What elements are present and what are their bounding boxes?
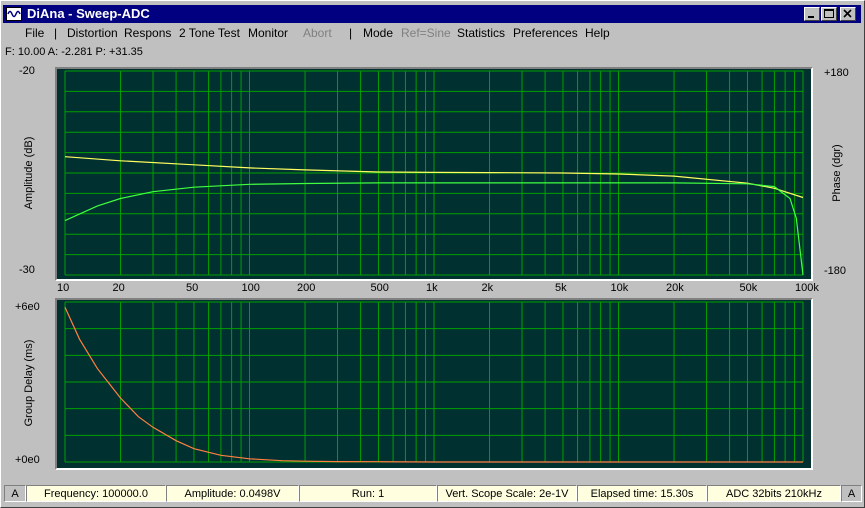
group-delay-chart — [64, 301, 804, 463]
x-tick-label: 500 — [370, 282, 389, 294]
x-tick-label: 10k — [610, 282, 629, 294]
x-tick-label: 50k — [739, 282, 758, 294]
y-tick-label: -20 — [19, 65, 35, 77]
x-tick-label: 100k — [795, 282, 819, 294]
status-left-mark: A — [4, 485, 26, 502]
minimize-button[interactable] — [804, 7, 820, 21]
close-button[interactable] — [840, 7, 856, 21]
menu-mode[interactable]: Mode — [363, 26, 393, 40]
menu-help[interactable]: Help — [585, 26, 610, 40]
menu-abort[interactable]: Abort — [303, 26, 332, 40]
x-tick-label: 200 — [297, 282, 316, 294]
amplitude-phase-plot[interactable] — [55, 67, 813, 281]
maximize-button[interactable] — [821, 7, 837, 21]
menu-file[interactable]: File — [25, 26, 44, 40]
window-title: DiAna - Sweep-ADC — [27, 6, 150, 21]
status-elapsed-time: Elapsed time: 15.30s — [577, 485, 707, 502]
x-tick-label: 10 — [57, 282, 70, 294]
app-window: DiAna - Sweep-ADC File | Distortion Resp… — [0, 0, 865, 508]
menu-distortion[interactable]: Distortion — [67, 26, 118, 40]
amplitude-phase-chart — [64, 70, 804, 276]
y-axis-label: Amplitude (dB) — [23, 136, 35, 210]
menu-preferences[interactable]: Preferences — [513, 26, 578, 40]
y2-axis-label: Phase (dgr) — [831, 144, 843, 202]
group-delay-plot[interactable] — [55, 298, 813, 470]
status-amplitude: Amplitude: 0.0498V — [166, 485, 299, 502]
menu-monitor[interactable]: Monitor — [248, 26, 288, 40]
x-tick-label: 2k — [481, 282, 494, 294]
y-axis-label: Group Delay (ms) — [23, 339, 35, 427]
y-tick-label: +6e0 — [15, 301, 40, 313]
menu-statistics[interactable]: Statistics — [457, 26, 505, 40]
x-tick-label: 20 — [112, 282, 125, 294]
menu-respons[interactable]: Respons — [124, 26, 171, 40]
x-tick-label: 1k — [426, 282, 438, 294]
y-tick-label: -30 — [19, 264, 35, 276]
x-tick-label: 50 — [185, 282, 199, 294]
status-frequency: Frequency: 100000.0 — [26, 485, 166, 502]
menu-separator: | — [54, 26, 58, 40]
status-right-mark: A — [841, 485, 862, 502]
y2-tick-label: +180 — [824, 67, 849, 79]
maximize-icon — [824, 9, 834, 18]
minimize-icon — [808, 16, 814, 18]
title-bar[interactable]: DiAna - Sweep-ADC — [3, 5, 861, 23]
status-bar: A Frequency: 100000.0 Amplitude: 0.0498V… — [4, 485, 862, 504]
menu-separator: | — [349, 26, 353, 40]
x-tick-label: 100 — [241, 282, 260, 294]
y2-tick-label: -180 — [824, 265, 847, 277]
close-icon — [843, 9, 852, 18]
x-tick-label: 5k — [554, 282, 567, 294]
menu-2-tone-test[interactable]: 2 Tone Test — [179, 26, 240, 40]
status-run: Run: 1 — [299, 485, 437, 502]
app-icon — [6, 7, 22, 21]
x-tick-label: 20k — [666, 282, 684, 294]
cursor-readout: F: 10.00 A: -2.281 P: +31.35 — [5, 46, 143, 58]
menu-bar: File | Distortion Respons 2 Tone Test Mo… — [3, 24, 861, 42]
status-scope-scale: Vert. Scope Scale: 2e-1V — [437, 485, 577, 502]
menu-ref-sine[interactable]: Ref=Sine — [401, 26, 451, 40]
status-adc: ADC 32bits 210kHz — [707, 485, 841, 502]
y-tick-label: +0e0 — [15, 454, 40, 466]
